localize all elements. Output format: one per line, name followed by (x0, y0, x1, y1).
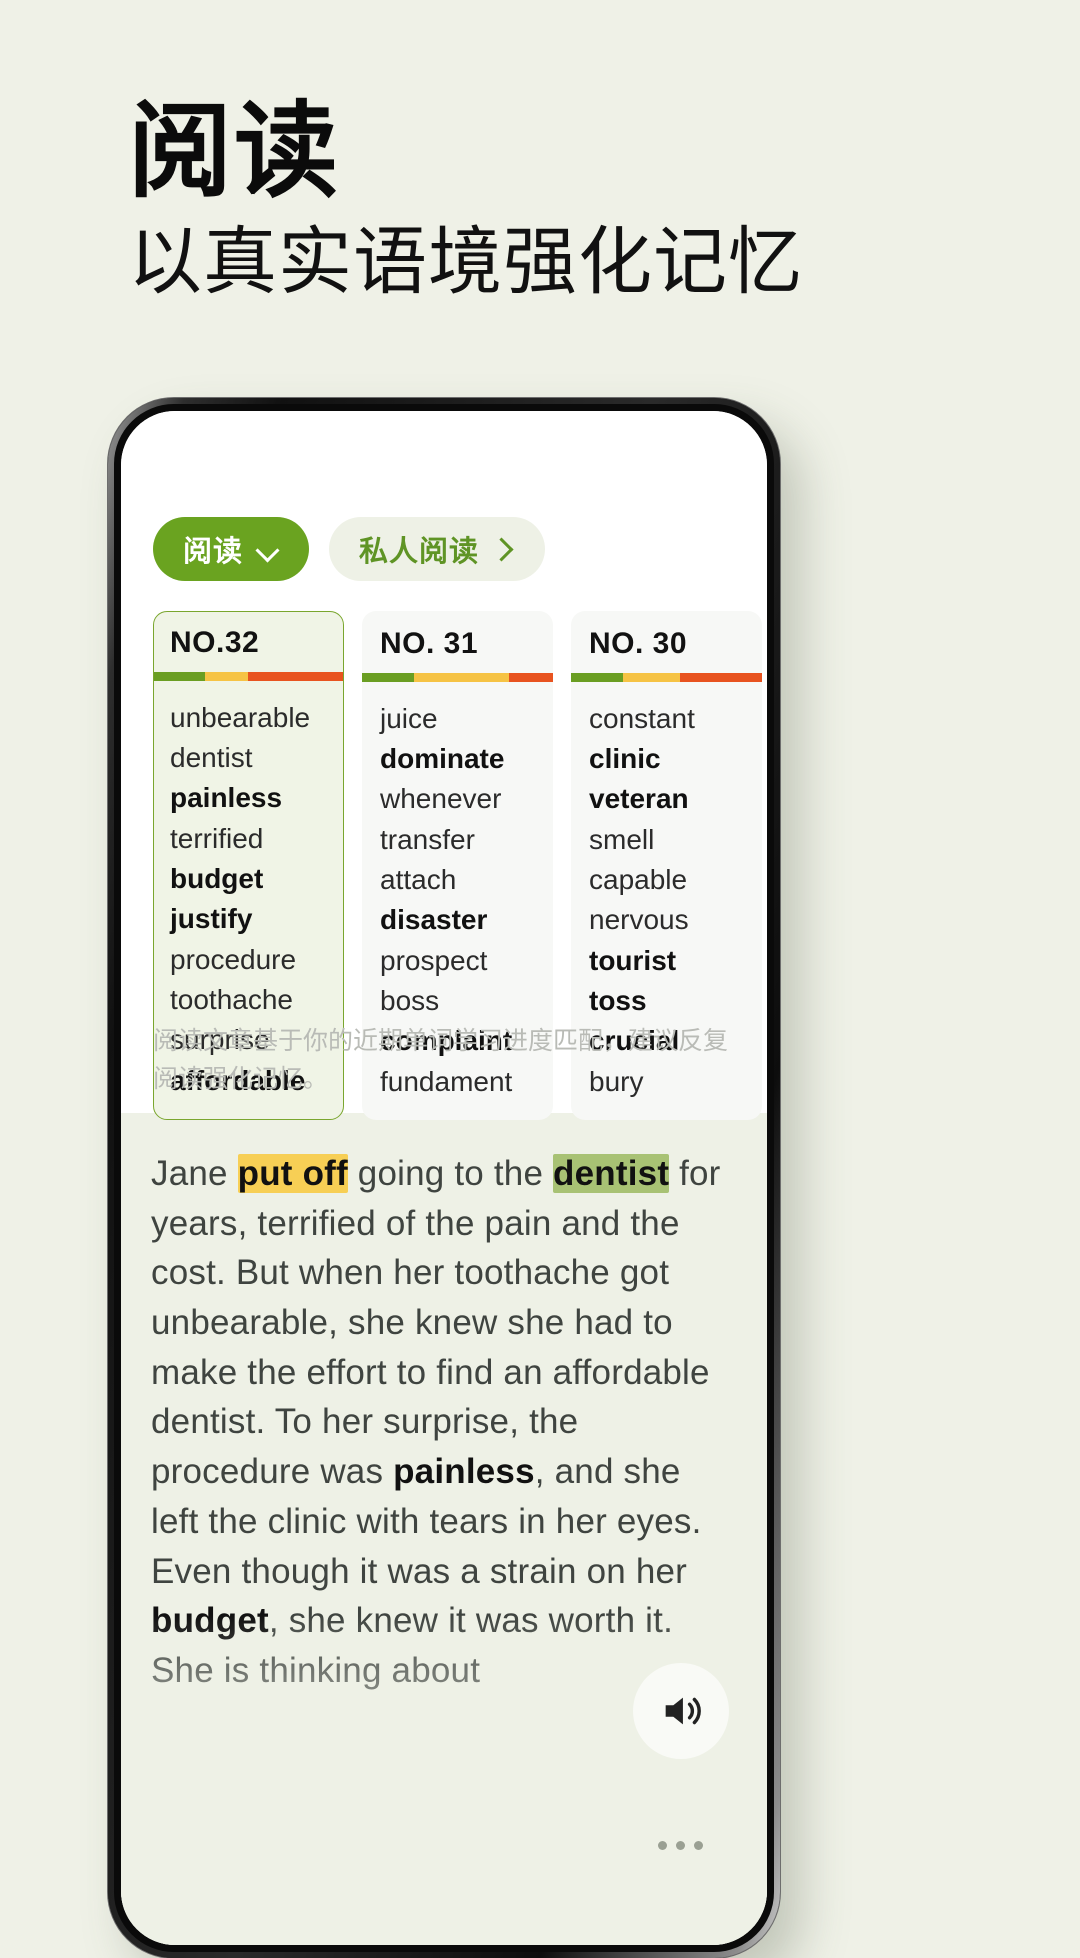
speaker-button[interactable] (633, 1663, 729, 1759)
article-segment: for years, terrified of the pain and the… (151, 1154, 721, 1492)
article-keyword: budget (151, 1601, 269, 1641)
word-item[interactable]: veteran (589, 779, 762, 819)
tab-label: 阅读 (183, 536, 244, 568)
word-card-title: NO. 31 (380, 627, 479, 660)
word-item[interactable]: disaster (380, 900, 553, 940)
word-item[interactable]: boss (380, 981, 553, 1021)
word-item[interactable]: toss (589, 981, 762, 1021)
phone-mockup: Jane put off going to the dentist for ye… (108, 398, 780, 1958)
word-item[interactable]: transfer (380, 819, 553, 859)
progress-segment (205, 672, 249, 681)
tab-reading[interactable]: 阅读 (153, 517, 310, 581)
word-item[interactable]: dominate (380, 738, 553, 778)
progress-bar (154, 672, 343, 681)
progress-segment (248, 672, 343, 681)
more-options-icon (657, 1840, 667, 1850)
progress-segment (509, 673, 553, 682)
reading-header-sheet: 阅读 私人阅读 NO.32 unbearable dentist painless ter… (121, 411, 767, 1120)
word-item[interactable]: smell (589, 819, 762, 859)
word-item[interactable]: juice (380, 698, 553, 738)
word-item[interactable]: terrified (170, 818, 343, 858)
word-item[interactable]: whenever (380, 779, 553, 819)
word-item[interactable]: tourist (589, 940, 762, 980)
hint-text: 阅读文章基于你的近期单词学习进度匹配，建议反复阅读强化记忆。 (153, 1027, 729, 1093)
page-title: 阅读 (128, 95, 341, 210)
page-subtitle: 以真实语境强化记忆 (128, 222, 803, 305)
progress-segment (362, 673, 414, 682)
hero-headline: 阅读 以真实语境强化记忆 (128, 95, 968, 305)
word-item[interactable]: prospect (380, 940, 553, 980)
word-item[interactable]: capable (589, 859, 762, 899)
progress-segment (679, 673, 762, 682)
article-segment: going to the (347, 1154, 554, 1193)
word-item[interactable]: dentist (170, 737, 343, 777)
progress-segment (571, 673, 623, 682)
word-item[interactable]: constant (589, 698, 762, 738)
word-item[interactable]: budget (170, 858, 343, 898)
article-text: Jane put off going to the dentist for ye… (151, 1149, 737, 1696)
progress-segment (413, 673, 510, 682)
word-item[interactable]: clinic (589, 738, 762, 778)
word-card-title: NO.32 (170, 626, 260, 659)
progress-segment (154, 672, 206, 681)
highlighted-phrase-green: dentist (553, 1154, 670, 1193)
tab-label: 私人阅读 (359, 536, 480, 568)
word-item[interactable]: toothache (170, 980, 343, 1020)
more-options-button[interactable] (645, 1825, 715, 1865)
progress-bar (571, 673, 762, 682)
phone-screen: Jane put off going to the dentist for ye… (121, 411, 767, 1945)
word-card-title: NO. 30 (589, 627, 688, 660)
chevron-right-icon (493, 538, 515, 560)
tab-bar: 阅读 私人阅读 (153, 517, 546, 581)
progress-bar (362, 673, 553, 682)
article-segment: Jane (151, 1154, 238, 1193)
word-item[interactable]: painless (170, 778, 343, 818)
chevron-down-icon (257, 538, 279, 560)
word-item[interactable]: attach (380, 859, 553, 899)
word-item[interactable]: procedure (170, 939, 343, 979)
article-keyword: painless (393, 1452, 535, 1492)
tab-private-reading[interactable]: 私人阅读 (329, 517, 546, 581)
highlighted-phrase-yellow: put off (237, 1154, 348, 1193)
speaker-icon (665, 1697, 701, 1725)
progress-segment (622, 673, 680, 682)
word-item[interactable]: unbearable (170, 697, 343, 737)
word-item[interactable]: nervous (589, 900, 762, 940)
article-panel: Jane put off going to the dentist for ye… (121, 1113, 767, 1945)
word-item[interactable]: justify (170, 899, 343, 939)
